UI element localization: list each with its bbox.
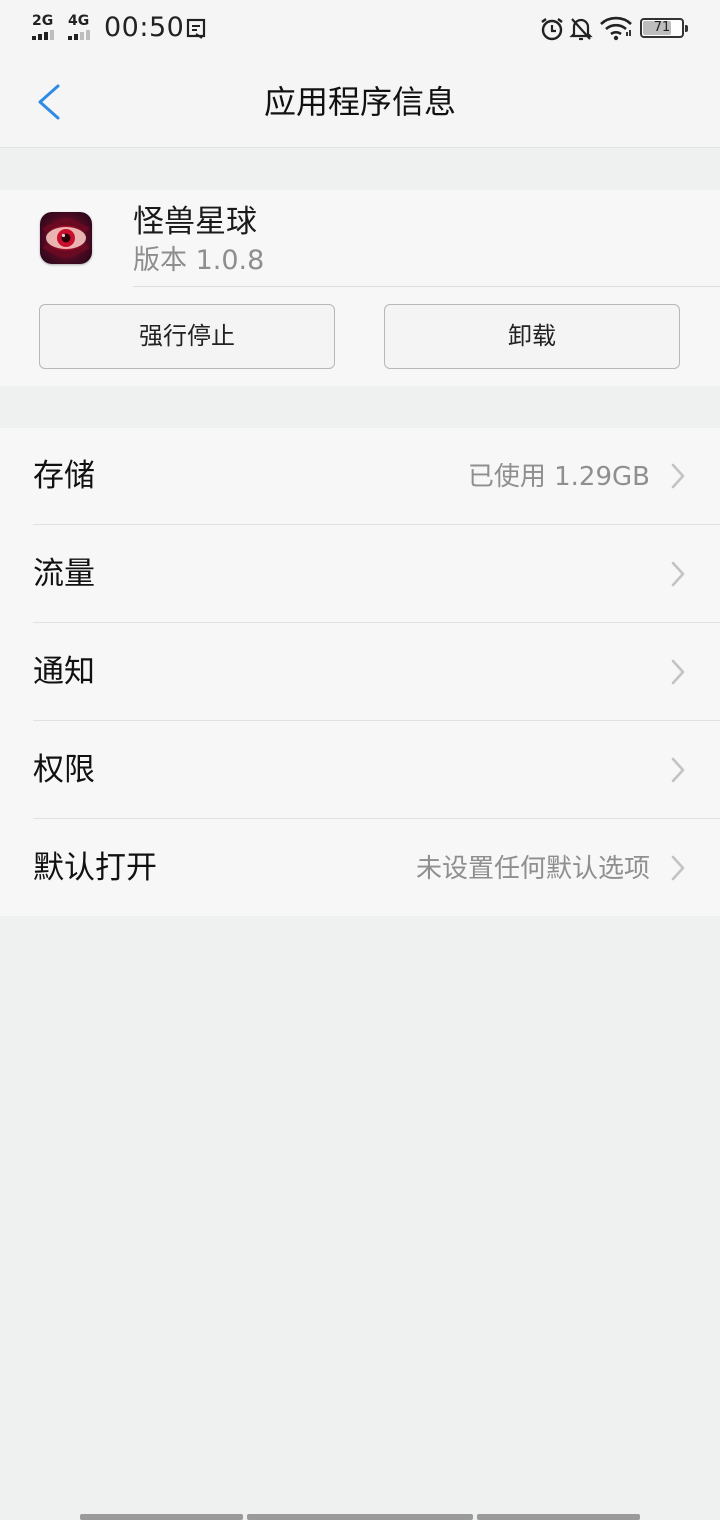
chevron-right-icon	[671, 463, 685, 489]
battery-level: 71	[653, 20, 671, 35]
app-name: 怪兽星球	[133, 204, 257, 240]
nav-hint-left[interactable]	[80, 1514, 243, 1520]
settings-item-label: 权限	[33, 752, 95, 788]
nav-hint-center[interactable]	[247, 1514, 473, 1520]
page-title: 应用程序信息	[263, 83, 456, 121]
settings-item-label: 默认打开	[33, 850, 157, 886]
settings-item-data-usage[interactable]: 流量	[0, 526, 720, 623]
sim1-label: 2G	[32, 13, 54, 29]
chevron-right-icon	[671, 757, 685, 783]
settings-item-value: 未设置任何默认选项	[415, 854, 650, 884]
settings-item-notifications[interactable]: 通知	[0, 624, 720, 721]
app-icon	[40, 212, 92, 264]
app-summary-card: 怪兽星球 版本 1.0.8 强行停止 卸载	[0, 190, 720, 386]
settings-item-label: 存储	[33, 458, 95, 494]
settings-item-label: 通知	[33, 654, 95, 690]
app-info-screen: 2G 4G 00:50 71 应用程序信息 怪兽星球 版本 1.0.8 强行停止…	[0, 0, 720, 1520]
app-version: 版本 1.0.8	[133, 245, 265, 276]
battery-icon: 71	[640, 18, 688, 38]
status-bar: 2G 4G 00:50 71	[0, 0, 720, 56]
app-settings-list: 存储 已使用 1.29GB 流量 通知 权限 默认打开 未设置任何默认选项	[0, 428, 720, 916]
screenshot-icon	[186, 18, 206, 39]
settings-item-permissions[interactable]: 权限	[0, 722, 720, 819]
chevron-right-icon	[671, 855, 685, 881]
title-bar: 应用程序信息	[0, 56, 720, 148]
chevron-right-icon	[671, 659, 685, 685]
settings-item-label: 流量	[33, 556, 95, 592]
uninstall-button[interactable]: 卸载	[384, 304, 680, 369]
settings-item-value: 已使用 1.29GB	[467, 462, 650, 492]
settings-item-open-by-default[interactable]: 默认打开 未设置任何默认选项	[0, 820, 720, 917]
divider	[133, 286, 720, 287]
settings-item-storage[interactable]: 存储 已使用 1.29GB	[0, 428, 720, 525]
force-stop-button[interactable]: 强行停止	[39, 304, 335, 369]
wifi-icon	[600, 16, 632, 41]
status-time: 00:50	[104, 12, 185, 43]
chevron-right-icon	[671, 561, 685, 587]
nav-hint-right[interactable]	[477, 1514, 640, 1520]
sim2-label: 4G	[68, 13, 90, 29]
notifications-off-icon	[569, 18, 593, 41]
alarm-icon	[541, 18, 563, 41]
